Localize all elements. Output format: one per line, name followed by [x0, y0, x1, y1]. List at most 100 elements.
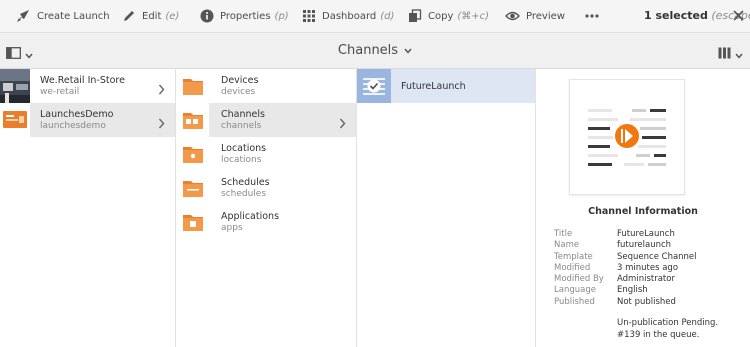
- dashboard-label: Dashboard: [322, 10, 377, 22]
- more-actions-icon[interactable]: [585, 10, 599, 21]
- property-row: Title FutureLaunch: [554, 229, 697, 240]
- preview-label: Preview: [526, 10, 565, 22]
- list-item[interactable]: Applications apps: [176, 205, 356, 239]
- create-launch-label: Create Launch: [37, 10, 110, 22]
- copy-label: Copy: [428, 10, 454, 22]
- dashboard-button[interactable]: Dashboard (d): [302, 0, 394, 33]
- chevron-right-icon: [158, 114, 165, 133]
- item-name: We.Retail In-Store: [40, 75, 125, 86]
- property-key: Modified: [554, 262, 591, 273]
- item-name: Locations: [221, 143, 267, 154]
- property-value: Sequence Channel: [617, 251, 697, 262]
- preview-button[interactable]: Preview: [505, 0, 565, 33]
- view-title: Channels: [0, 43, 750, 58]
- item-path: devices: [221, 87, 256, 97]
- list-item[interactable]: We.Retail In-Store we-retail: [0, 69, 175, 103]
- list-item[interactable]: Locations locations: [176, 137, 356, 171]
- property-key: Template: [554, 251, 593, 262]
- close-icon[interactable]: [733, 10, 744, 24]
- property-row: Published Not published: [554, 297, 697, 308]
- photo-thumbnail-icon: [0, 69, 30, 103]
- property-row: Template Sequence Channel: [554, 252, 697, 263]
- property-value: FutureLaunch: [617, 229, 675, 239]
- properties-shortcut: (p): [274, 10, 289, 22]
- dashboard-shortcut: (d): [380, 10, 395, 22]
- property-row: Language English: [554, 285, 697, 296]
- chevron-down-icon: [735, 44, 743, 63]
- copy-shortcut: (⌘+c): [457, 10, 490, 22]
- property-key: Language: [554, 285, 596, 296]
- column-view-icon: [718, 44, 731, 63]
- publication-status: Un-publication Pending. #139 in the queu…: [617, 318, 718, 341]
- property-key: Title: [554, 229, 573, 239]
- grid-icon: [302, 9, 316, 23]
- edit-button[interactable]: Edit (e): [122, 0, 179, 33]
- item-path: channels: [221, 121, 262, 131]
- rocket-icon: [15, 8, 31, 24]
- pencil-icon: [122, 9, 136, 23]
- item-name: Applications: [221, 211, 280, 222]
- property-row: Modified By Administrator: [554, 274, 697, 285]
- list-item[interactable]: Schedules schedules: [176, 171, 356, 205]
- edit-label: Edit: [142, 10, 162, 22]
- create-launch-button[interactable]: Create Launch: [15, 0, 110, 33]
- page-title: Channels: [337, 43, 399, 58]
- title-bar: Channels: [0, 33, 750, 69]
- channel-preview-thumbnail: [569, 79, 685, 195]
- column-channels: FutureLaunch: [357, 69, 536, 347]
- chevron-right-icon: [158, 80, 165, 99]
- item-path: schedules: [221, 189, 267, 199]
- panel-heading: Channel Information: [588, 206, 698, 217]
- info-icon: [200, 9, 214, 23]
- property-row: Name futurelaunch: [554, 240, 697, 251]
- item-path: launchesdemo: [40, 121, 106, 131]
- property-row: Modified 3 minutes ago: [554, 263, 697, 274]
- orange-screen-thumbnail-icon: [0, 103, 30, 137]
- folder-icon: [176, 205, 209, 239]
- property-key: Published: [554, 296, 595, 307]
- folder-icon: [176, 171, 209, 205]
- edit-shortcut: (e): [165, 10, 180, 22]
- list-item[interactable]: FutureLaunch: [357, 69, 535, 103]
- action-bar: Create Launch Edit (e) Properties (p) Da…: [0, 0, 750, 33]
- list-item[interactable]: Channels channels: [176, 103, 356, 137]
- property-value: English: [617, 285, 648, 296]
- property-key: Name: [554, 240, 580, 251]
- copy-button[interactable]: Copy (⌘+c): [408, 0, 489, 33]
- list-item[interactable]: Devices devices: [176, 69, 356, 103]
- property-value: futurelaunch: [617, 240, 672, 251]
- status-line: #139 in the queue.: [617, 329, 700, 340]
- item-path: apps: [221, 223, 243, 233]
- item-path: we-retail: [40, 87, 80, 97]
- properties-button[interactable]: Properties (p): [200, 0, 289, 33]
- folder-icon: [176, 103, 209, 137]
- details-panel: Channel Information Title FutureLaunch N…: [536, 69, 750, 347]
- column-view: We.Retail In-Store we-retail LaunchesDem…: [0, 69, 750, 347]
- item-path: locations: [221, 155, 262, 165]
- escape-hint: (escape): [711, 9, 750, 22]
- folder-icon: [176, 137, 209, 171]
- item-name: Devices: [221, 75, 259, 86]
- chevron-right-icon: [339, 114, 346, 133]
- properties-label: Properties: [220, 10, 271, 22]
- property-value: 3 minutes ago: [617, 262, 679, 273]
- column-sites: We.Retail In-Store we-retail LaunchesDem…: [0, 69, 176, 347]
- property-value: Not published: [617, 296, 676, 307]
- status-line: Un-publication Pending.: [617, 318, 719, 328]
- view-switcher-button[interactable]: [718, 44, 743, 63]
- eye-icon: [505, 10, 520, 22]
- item-name: Schedules: [221, 177, 270, 188]
- item-name: FutureLaunch: [401, 81, 466, 92]
- title-dropdown[interactable]: Channels: [338, 43, 412, 58]
- copy-icon: [408, 9, 422, 23]
- item-name: LaunchesDemo: [40, 109, 114, 120]
- column-folders: Devices devices Channels channels Locati…: [176, 69, 357, 347]
- list-item[interactable]: LaunchesDemo launchesdemo: [0, 103, 175, 137]
- selected-check-icon: [357, 69, 391, 103]
- folder-icon: [176, 69, 209, 103]
- property-key: Modified By: [554, 274, 604, 285]
- selected-count-text: 1 selected: [644, 9, 708, 22]
- chevron-down-icon: [404, 43, 412, 58]
- properties-list: Title FutureLaunch Name futurelaunch Tem…: [554, 229, 697, 308]
- item-name: Channels: [221, 109, 265, 120]
